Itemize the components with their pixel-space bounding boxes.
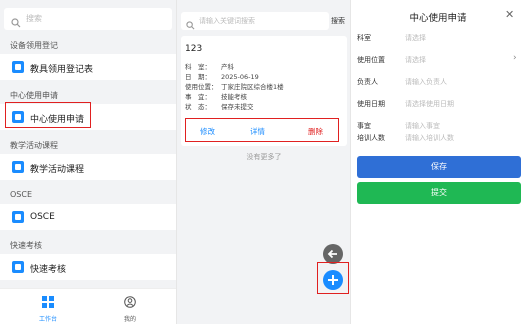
- menu-item-label: 教学活动课程: [30, 165, 85, 175]
- menu-item-label: 教具领用登记表: [30, 65, 94, 75]
- panel-title: 中心使用申请: [409, 13, 467, 24]
- highlight-box: [317, 262, 349, 294]
- save-button[interactable]: 保存: [357, 156, 521, 178]
- tab-label: 工作台: [38, 316, 57, 323]
- search-button[interactable]: 搜索: [331, 16, 345, 26]
- delete-button[interactable]: 删除: [308, 126, 323, 137]
- back-button[interactable]: [323, 244, 343, 264]
- record-row-date: 日 期： 2025-06-19: [185, 73, 259, 81]
- field-label: 使用日期: [357, 100, 385, 108]
- bottom-tab-bar: 工作台 我的: [0, 288, 176, 324]
- edit-button[interactable]: 修改: [200, 126, 215, 137]
- field-department[interactable]: 科室 请选择: [351, 28, 524, 50]
- left-pane: 搜索 设备领用登记 教具领用登记表 中心使用申请 中心使用申请 教学活动课程 教…: [0, 0, 176, 324]
- section-title: 中心使用申请: [10, 91, 58, 100]
- tab-workbench[interactable]: 工作台: [28, 293, 68, 323]
- field-label: 科室: [357, 34, 371, 42]
- app-icon: [12, 211, 24, 223]
- field-label: 使用位置: [357, 56, 385, 64]
- tab-mine[interactable]: 我的: [110, 293, 150, 323]
- field-use-date[interactable]: 使用日期 请选择使用日期: [351, 94, 524, 116]
- tab-label: 我的: [123, 316, 136, 323]
- app-icon: [12, 161, 24, 173]
- field-trainee-count[interactable]: 培训人数 请输入培训人数: [351, 128, 524, 150]
- menu-item-label: 快速考核: [30, 265, 67, 275]
- search-placeholder: 搜索: [26, 14, 42, 23]
- record-row-location: 使用位置： 丁家庄院区综合楼1楼: [185, 83, 284, 91]
- highlight-box: [5, 102, 91, 128]
- field-placeholder: 请选择使用日期: [405, 100, 454, 108]
- field-placeholder: 请输入培训人数: [405, 134, 454, 142]
- field-placeholder: 请选择: [405, 34, 426, 42]
- menu-item-quick-assessment[interactable]: 快速考核: [0, 254, 176, 280]
- no-more-text: 没有更多了: [246, 153, 282, 161]
- submit-button[interactable]: 提交: [357, 182, 521, 204]
- menu-item-teaching-activity[interactable]: 教学活动课程: [0, 154, 176, 180]
- field-label: 培训人数: [357, 134, 385, 142]
- user-icon: [124, 293, 136, 312]
- search-placeholder: 请输入关键词搜索: [199, 17, 255, 25]
- close-icon[interactable]: ✕: [505, 8, 514, 21]
- app-icon: [12, 61, 24, 73]
- application-form-panel: 中心使用申请 ✕ 科室 请选择 使用位置 请选择 › 负责人 请输入负责人 使用…: [350, 0, 524, 324]
- field-placeholder: 请选择: [405, 56, 426, 64]
- record-id: 123: [185, 44, 203, 54]
- left-search-input[interactable]: 搜索: [4, 8, 172, 30]
- section-title: 设备领用登记: [10, 41, 58, 50]
- record-row-matter: 事 宜： 技能考核: [185, 93, 247, 101]
- field-placeholder: 请输入负责人: [405, 78, 447, 86]
- chevron-right-icon: ›: [513, 53, 517, 63]
- field-location[interactable]: 使用位置 请选择 ›: [351, 50, 524, 72]
- search-icon: [11, 13, 21, 32]
- record-actions: 修改 详情 删除: [185, 118, 339, 142]
- grid-icon: [42, 293, 54, 312]
- field-person-in-charge[interactable]: 负责人 请输入负责人: [351, 72, 524, 94]
- menu-item-equipment-register[interactable]: 教具领用登记表: [0, 54, 176, 80]
- record-row-department: 科 室： 产科: [185, 63, 234, 71]
- menu-item-osce[interactable]: OSCE: [0, 204, 176, 230]
- menu-item-label: OSCE: [30, 212, 55, 222]
- app-icon: [12, 261, 24, 273]
- section-title: OSCE: [10, 190, 33, 199]
- section-title: 教学活动课程: [10, 141, 58, 150]
- field-label: 负责人: [357, 78, 378, 86]
- detail-button[interactable]: 详情: [250, 126, 265, 137]
- record-row-status: 状 态： 保存未提交: [185, 103, 254, 111]
- section-title: 快速考核: [10, 241, 42, 250]
- search-icon: [186, 15, 195, 34]
- record-search-input[interactable]: 请输入关键词搜索: [181, 12, 329, 30]
- middle-pane: 请输入关键词搜索 搜索 123 科 室： 产科 日 期： 2025-06-19 使用…: [176, 0, 350, 324]
